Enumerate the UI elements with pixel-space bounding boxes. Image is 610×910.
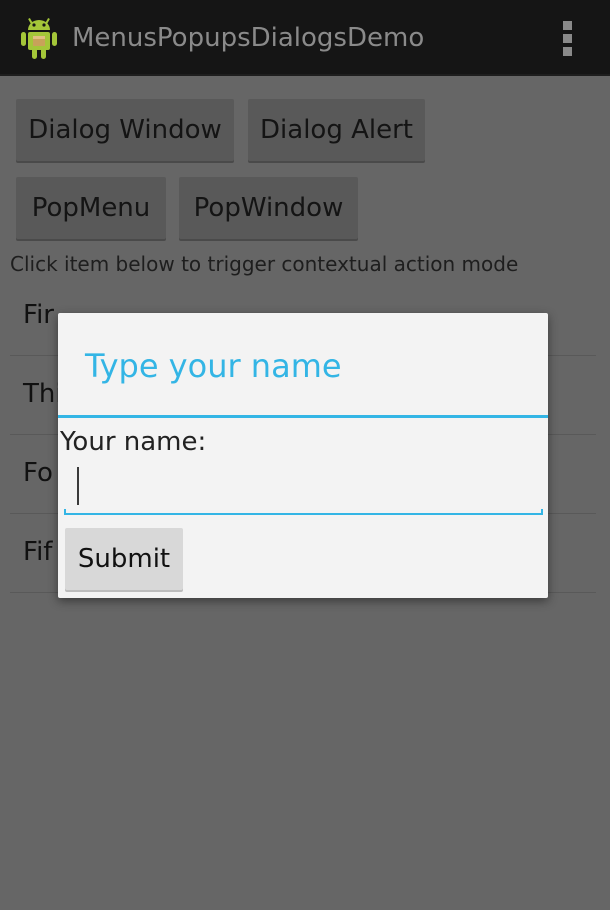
dialog-alert-button[interactable]: Dialog Alert <box>248 99 425 161</box>
action-bar: MenusPopupsDialogsDemo <box>0 0 610 76</box>
overflow-menu-icon[interactable] <box>552 18 584 58</box>
android-icon <box>21 18 57 59</box>
name-input[interactable] <box>64 461 543 515</box>
input-underline <box>64 513 543 515</box>
submit-button[interactable]: Submit <box>65 528 183 590</box>
app-screen: MenusPopupsDialogsDemo Dialog Window Dia… <box>0 0 610 910</box>
dialog-window-button[interactable]: Dialog Window <box>16 99 234 161</box>
pop-menu-button[interactable]: PopMenu <box>16 177 166 239</box>
name-dialog: Type your name Your name: Submit <box>58 313 548 598</box>
list-item-label: Fif <box>23 537 53 567</box>
dialog-title: Type your name <box>85 347 342 385</box>
app-title: MenusPopupsDialogsDemo <box>72 23 425 53</box>
dialog-divider <box>58 415 548 418</box>
pop-window-button[interactable]: PopWindow <box>179 177 358 239</box>
name-field-label: Your name: <box>60 427 207 457</box>
list-item-label: Fo <box>23 458 53 488</box>
text-cursor <box>77 467 79 505</box>
list-item-label: Thi <box>23 379 63 409</box>
hint-text: Click item below to trigger contextual a… <box>10 252 519 276</box>
list-item-label: Fir <box>23 300 54 330</box>
